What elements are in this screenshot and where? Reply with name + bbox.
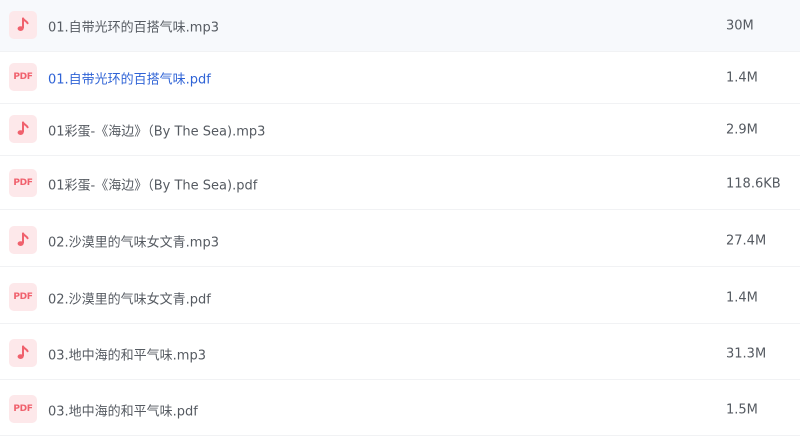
file-name[interactable]: 01彩蛋-《海边》（By The Sea).mp3 <box>48 120 265 139</box>
pdf-icon: PDF <box>9 169 37 197</box>
file-size: 1.4M <box>726 70 758 85</box>
music-note-icon <box>9 115 37 143</box>
file-list: 01.自带光环的百搭气味.mp3 30M PDF 01.自带光环的百搭气味.pd… <box>0 0 800 436</box>
pdf-icon-label: PDF <box>13 71 33 82</box>
file-size: 2.9M <box>726 122 758 137</box>
file-size: 1.5M <box>726 402 758 417</box>
file-name[interactable]: 03.地中海的和平气味.mp3 <box>48 344 206 363</box>
file-name[interactable]: 02.沙漠里的气味女文青.mp3 <box>48 231 219 250</box>
file-row-02-mp3[interactable]: 02.沙漠里的气味女文青.mp3 27.4M <box>0 215 800 267</box>
file-row-01-mp3[interactable]: 01.自带光环的百搭气味.mp3 30M <box>0 0 800 52</box>
file-size: 1.4M <box>726 290 758 305</box>
pdf-icon-label: PDF <box>13 177 33 188</box>
file-size: 27.4M <box>726 233 767 248</box>
music-note-icon <box>9 339 37 367</box>
file-row-01-bonus-mp3[interactable]: 01彩蛋-《海边》（By The Sea).mp3 2.9M <box>0 104 800 156</box>
file-row-01-pdf[interactable]: PDF 01.自带光环的百搭气味.pdf 1.4M <box>0 52 800 104</box>
file-row-02-pdf[interactable]: PDF 02.沙漠里的气味女文青.pdf 1.4M <box>0 272 800 324</box>
pdf-icon: PDF <box>9 63 37 91</box>
pdf-icon-label: PDF <box>13 291 33 302</box>
file-size: 31.3M <box>726 346 767 361</box>
file-row-03-pdf[interactable]: PDF 03.地中海的和平气味.pdf 1.5M <box>0 384 800 436</box>
file-name[interactable]: 01.自带光环的百搭气味.mp3 <box>48 16 219 35</box>
music-note-icon <box>9 11 37 39</box>
pdf-icon: PDF <box>9 283 37 311</box>
file-name[interactable]: 02.沙漠里的气味女文青.pdf <box>48 288 211 307</box>
file-row-01-bonus-pdf[interactable]: PDF 01彩蛋-《海边》（By The Sea).pdf 118.6KB <box>0 158 800 210</box>
file-name[interactable]: 03.地中海的和平气味.pdf <box>48 400 198 419</box>
file-row-03-mp3[interactable]: 03.地中海的和平气味.mp3 31.3M <box>0 328 800 380</box>
file-size: 30M <box>726 18 754 33</box>
pdf-icon-label: PDF <box>13 403 33 414</box>
pdf-icon: PDF <box>9 395 37 423</box>
music-note-icon <box>9 226 37 254</box>
file-size: 118.6KB <box>726 176 781 191</box>
file-name[interactable]: 01彩蛋-《海边》（By The Sea).pdf <box>48 174 257 193</box>
file-name[interactable]: 01.自带光环的百搭气味.pdf <box>48 68 211 87</box>
